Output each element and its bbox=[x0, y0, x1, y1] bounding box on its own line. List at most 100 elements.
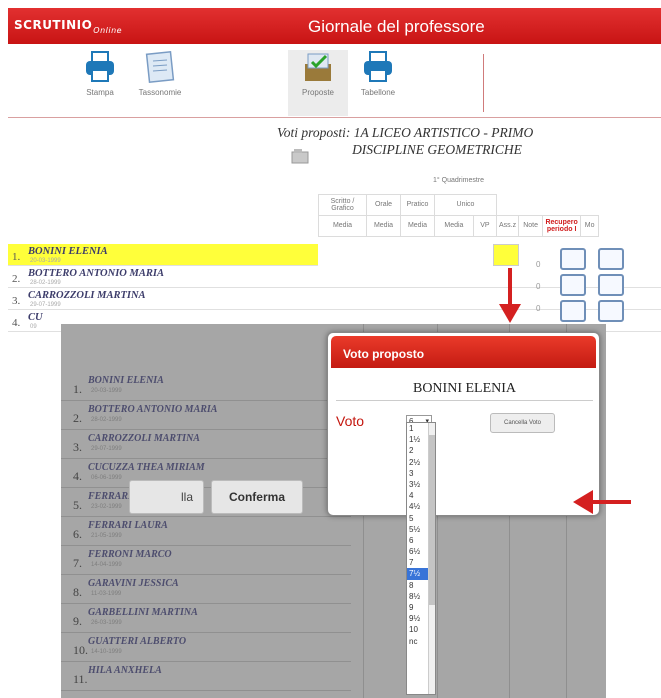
period-header: 1° Quadrimestre bbox=[433, 177, 485, 185]
student-birthdate: 21-05-1999 bbox=[91, 533, 122, 539]
overlay-student-row[interactable]: 9. GARBELLINI MARTINA 26-03-1999 bbox=[61, 604, 351, 633]
student-number: 5. bbox=[73, 498, 82, 512]
student-name: BONINI ELENIA bbox=[88, 375, 164, 386]
student-number: 11. bbox=[73, 672, 88, 686]
student-number: 3. bbox=[12, 295, 21, 307]
student-birthdate: 23-02-1999 bbox=[91, 504, 122, 510]
title-bar: SCRUTINIOOnline Giornale del professore bbox=[8, 8, 661, 44]
blank-cell bbox=[543, 194, 581, 215]
overlay-student-row[interactable]: 2. BOTTERO ANTONIO MARIA 28-02-1999 bbox=[61, 401, 351, 430]
annulla-button[interactable]: lla bbox=[129, 480, 204, 514]
group-header: Scritto / Grafico bbox=[318, 193, 367, 216]
overlay-student-row[interactable]: 6. FERRARI LAURA 21-05-1999 bbox=[61, 517, 351, 546]
folder-icon[interactable] bbox=[291, 148, 309, 164]
subheader-recupero: Recupero periodo I bbox=[542, 214, 582, 237]
stampa-button[interactable]: Stampa bbox=[70, 50, 130, 97]
student-name: BONINI ELENIA bbox=[28, 246, 108, 257]
student-number: 6. bbox=[73, 527, 82, 541]
student-birthdate: 09 bbox=[30, 324, 37, 330]
tassonomie-button[interactable]: Tassonomie bbox=[130, 50, 190, 97]
logo-subtext: Online bbox=[93, 26, 123, 35]
voto-proposto-dialog: Voto proposto BONINI ELENIA Voto 6 ▾ Can… bbox=[327, 332, 600, 516]
assenze-value: 0 bbox=[536, 260, 541, 269]
overlay-student-row[interactable]: 5.FERRARESI ALESSIA23-02-1999 bbox=[61, 488, 351, 517]
student-number: 8. bbox=[73, 585, 82, 599]
student-number: 1. bbox=[12, 251, 21, 263]
subheader: VP bbox=[472, 214, 498, 237]
student-birthdate: 20-03-1999 bbox=[30, 258, 61, 264]
student-birthdate: 20-03-1999 bbox=[91, 388, 122, 394]
note-icon[interactable] bbox=[560, 300, 586, 322]
student-birthdate: 28-02-1999 bbox=[30, 280, 61, 286]
student-birthdate: 28-02-1999 bbox=[91, 417, 122, 423]
student-number: 10. bbox=[73, 643, 88, 657]
main-app-window: SCRUTINIOOnline Giornale del professore … bbox=[8, 8, 661, 368]
recupero-icon[interactable] bbox=[598, 300, 624, 322]
student-number: 4. bbox=[73, 469, 82, 483]
app-logo: SCRUTINIOOnline bbox=[14, 18, 123, 35]
proposte-label: Proposte bbox=[301, 88, 335, 97]
student-birthdate: 11-03-1999 bbox=[91, 591, 122, 597]
proposals-icon bbox=[305, 53, 331, 81]
overlay-student-row[interactable]: 3. CARROZZOLI MARTINA 29-07-1999 bbox=[61, 430, 351, 459]
student-name: BOTTERO ANTONIO MARIA bbox=[28, 268, 164, 279]
student-row-selected[interactable]: 1. BONINI ELENIA 20-03-1999 bbox=[8, 244, 318, 266]
overlay-student-row[interactable]: 4. CUCUZZA THEA MIRIAM 06-06-1999 bbox=[61, 459, 351, 488]
assenze-value: 0 bbox=[536, 282, 541, 291]
toolbar-divider bbox=[483, 54, 484, 112]
logo-text: SCRUTINIO bbox=[14, 18, 93, 32]
scrollbar-thumb[interactable] bbox=[429, 435, 435, 605]
student-birthdate: 29-07-1999 bbox=[30, 302, 61, 308]
cancella-voto-button[interactable]: Cancella Voto bbox=[490, 413, 555, 433]
arrow-left-icon bbox=[573, 490, 631, 514]
blank-cell bbox=[519, 194, 543, 215]
vp-cell-selected[interactable] bbox=[493, 244, 519, 266]
voto-label: Voto bbox=[336, 413, 365, 429]
student-name: CU bbox=[28, 312, 43, 323]
subheader: Media bbox=[400, 214, 435, 237]
note-icon[interactable] bbox=[560, 274, 586, 296]
proposte-button[interactable]: Proposte bbox=[288, 50, 348, 116]
group-header: Orale bbox=[366, 193, 401, 216]
voto-dropdown-list[interactable]: 1 1½ 2 2½ 3 3½ 4 4½ 5 5½ 6 6½ 7 7½ 8 8½ 9 9½ 10 nc bbox=[406, 422, 436, 695]
grades-grid-header: 1° Quadrimestre Scritto / Grafico Orale … bbox=[318, 168, 600, 237]
tabellone-button[interactable]: Tabellone bbox=[348, 50, 408, 97]
overlay-student-row[interactable]: 11. HILA ANXHELA bbox=[61, 662, 351, 691]
overlay-student-row[interactable]: 8. GARAVINI JESSICA 11-03-1999 bbox=[61, 575, 351, 604]
note-icon[interactable] bbox=[560, 248, 586, 270]
page-title: Giornale del professore bbox=[308, 17, 485, 36]
dialog-student-name: BONINI ELENIA bbox=[412, 381, 517, 396]
recupero-icon[interactable] bbox=[598, 248, 624, 270]
dropdown-scrollbar[interactable] bbox=[428, 423, 435, 694]
printer-icon bbox=[364, 51, 392, 82]
conferma-button[interactable]: Conferma bbox=[211, 480, 303, 514]
dialog-screenshot: 1. BONINI ELENIA 20-03-1999 2. BOTTERO ANTON… bbox=[61, 324, 606, 698]
dialog-divider bbox=[336, 400, 593, 401]
student-name: FERRONI MARCO bbox=[88, 549, 172, 560]
student-name: CUCUZZA THEA MIRIAM bbox=[88, 462, 205, 473]
overlay-student-row[interactable]: 1. BONINI ELENIA 20-03-1999 bbox=[61, 372, 351, 401]
arrow-down-icon bbox=[499, 268, 521, 323]
student-name: CARROZZOLI MARTINA bbox=[88, 433, 200, 444]
subheader: Media bbox=[366, 214, 401, 237]
subheader: Media bbox=[434, 214, 474, 237]
student-birthdate: 14-10-1999 bbox=[91, 649, 122, 655]
assenze-value: 0 bbox=[536, 304, 541, 313]
student-birthdate: 06-06-1999 bbox=[91, 475, 122, 481]
subheader: Ass.z bbox=[495, 214, 520, 237]
group-header: Pratico bbox=[400, 193, 435, 216]
student-birthdate: 14-04-1999 bbox=[91, 562, 122, 568]
overlay-student-row[interactable]: 10. GUATTERI ALBERTO 14-10-1999 bbox=[61, 633, 351, 662]
student-number: 1. bbox=[73, 382, 82, 396]
student-number: 2. bbox=[73, 411, 82, 425]
subheader: Media bbox=[318, 214, 367, 237]
student-name: CARROZZOLI MARTINA bbox=[28, 290, 146, 301]
overlay-student-row[interactable]: 7. FERRONI MARCO 14-04-1999 bbox=[61, 546, 351, 575]
student-birthdate: 26-03-1999 bbox=[91, 620, 122, 626]
stampa-label: Stampa bbox=[86, 88, 114, 97]
dialog-title: Voto proposto bbox=[331, 336, 596, 368]
document-icon bbox=[145, 50, 175, 84]
recupero-icon[interactable] bbox=[598, 274, 624, 296]
student-name: FERRARI LAURA bbox=[88, 520, 168, 531]
student-name: BOTTERO ANTONIO MARIA bbox=[88, 404, 218, 415]
